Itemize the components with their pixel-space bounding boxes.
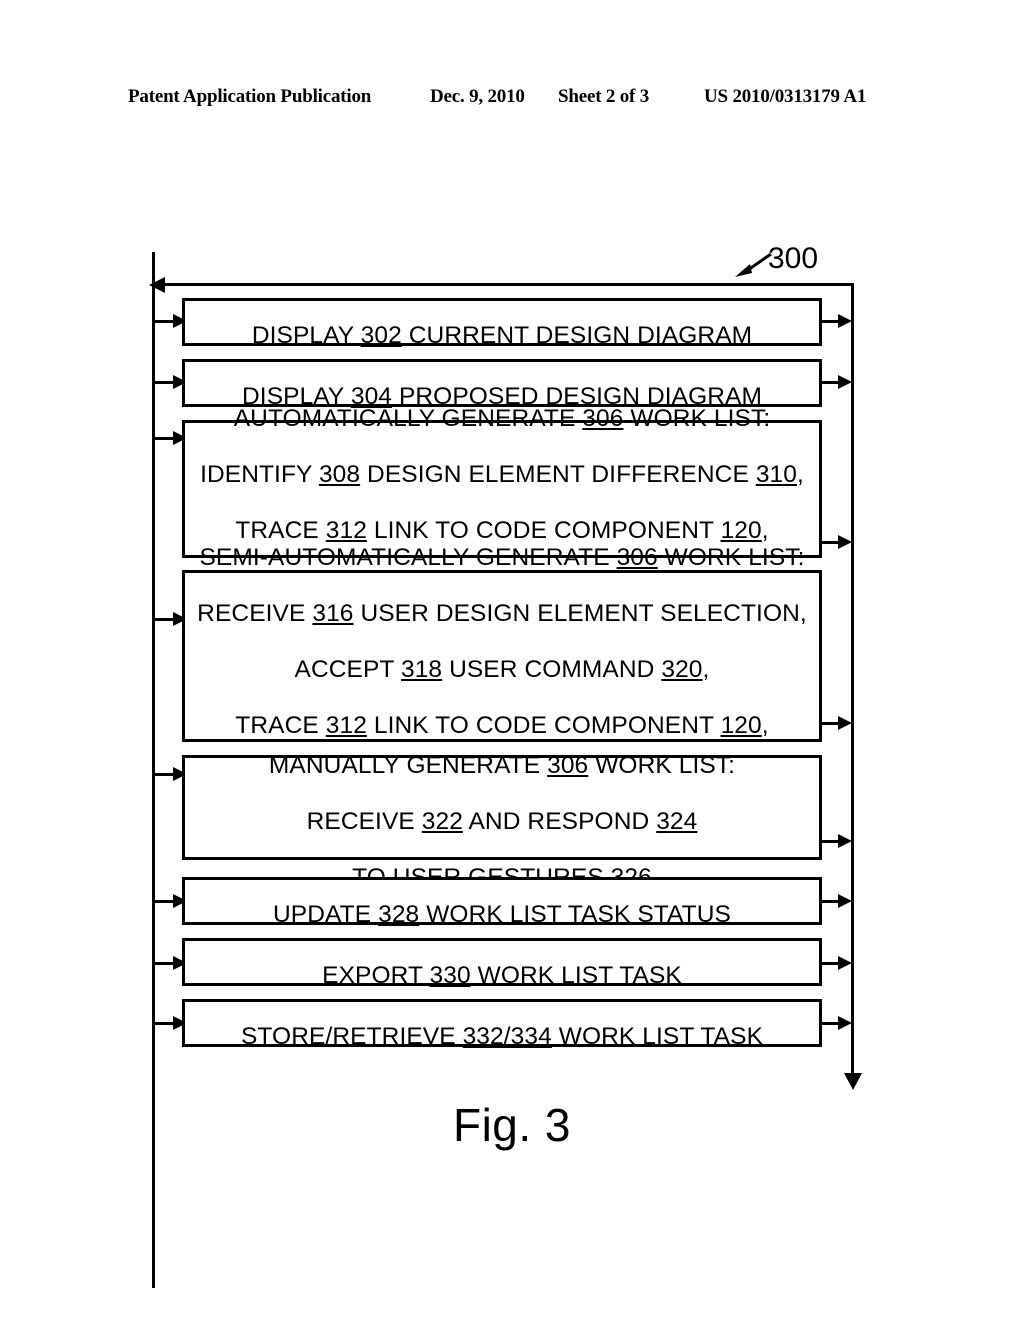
text-mid-4c: USER COMMAND: [442, 656, 662, 683]
text-post-3b: ,: [797, 461, 804, 488]
ref-numeral-324: 324: [656, 807, 698, 835]
text-pre-5b: RECEIVE: [306, 807, 422, 835]
connector-out-arrow-8-icon: [838, 1016, 852, 1030]
reference-numeral-300: 300: [768, 242, 819, 275]
terminal-arrowhead-down-icon: [844, 1073, 862, 1090]
text-post-5a: WORK LIST:: [588, 751, 736, 779]
process-box-label-7: EXPORT 330 WORK LIST TASK: [314, 934, 690, 990]
text-pre-3b: IDENTIFY: [200, 461, 319, 488]
ref-numeral-320: 320: [661, 656, 703, 683]
ref-numeral-308: 308: [318, 461, 361, 488]
ref-numeral-318: 318: [400, 656, 443, 683]
connector-out-arrow-7-icon: [838, 956, 852, 970]
connector-out-arrow-4-icon: [838, 716, 852, 730]
figure-caption: Fig. 3: [452, 1099, 572, 1151]
text-post-4c: ,: [702, 656, 710, 683]
ref-numeral-306-c: 306: [547, 751, 589, 779]
connector-out-arrow-1-icon: [838, 314, 852, 328]
connector-out-arrow-5-icon: [838, 834, 852, 848]
ref-numeral-328: 328: [378, 901, 420, 928]
process-box-label-1: DISPLAY 302 CURRENT DESIGN DIAGRAM: [244, 294, 760, 350]
process-box-semi-automatically-generate-work-list[interactable]: SEMI-AUTOMATICALLY GENERATE 306 WORK LIS…: [182, 544, 822, 795]
ref-numeral-310: 310: [755, 461, 797, 488]
text-pre-8: STORE/RETRIEVE: [240, 1023, 463, 1050]
text-pre-1: DISPLAY: [251, 322, 361, 349]
text-mid-3b: DESIGN ELEMENT DIFFERENCE: [360, 461, 756, 488]
text-pre-5a: MANUALLY GENERATE: [268, 751, 548, 779]
text-post-8: WORK LIST TASK: [551, 1023, 764, 1050]
text-post-6: WORK LIST TASK STATUS: [419, 901, 731, 928]
text-post-3a: WORK LIST:: [623, 405, 771, 432]
text-mid-5b: AND RESPOND: [462, 807, 657, 835]
text-post-1: CURRENT DESIGN DIAGRAM: [401, 322, 753, 349]
process-box-label-6: UPDATE 328 WORK LIST TASK STATUS: [265, 873, 739, 929]
text-pre-4b: RECEIVE: [197, 600, 313, 627]
process-box-label-5: MANUALLY GENERATE 306 WORK LIST: RECEIVE…: [261, 724, 743, 892]
text-post-4b: USER DESIGN ELEMENT SELECTION,: [353, 600, 807, 627]
process-box-update-work-list-task-status[interactable]: UPDATE 328 WORK LIST TASK STATUS: [182, 877, 822, 928]
ref-numeral-316: 316: [312, 600, 354, 627]
text-post-4d: ,: [761, 712, 769, 739]
ref-numeral-306-b: 306: [616, 544, 658, 571]
text-pre-4c: ACCEPT: [294, 656, 401, 683]
text-pre-4a: SEMI-AUTOMATICALLY GENERATE: [199, 544, 617, 571]
text-pre-6: UPDATE: [273, 901, 379, 928]
text-post-7: WORK LIST TASK: [470, 962, 682, 989]
process-box-label-8: STORE/RETRIEVE 332/334 WORK LIST TASK: [233, 995, 771, 1051]
ref-numeral-306-a: 306: [582, 405, 624, 432]
flowchart-figure-3: 300 DISPLAY 302 CURRENT DESIGN DIAGRAM D…: [0, 0, 1024, 1320]
ref-numeral-322: 322: [421, 807, 463, 835]
reference-leader-arrow-icon: [735, 252, 772, 277]
feedback-arrowhead-left-icon: [149, 277, 165, 293]
connector-out-arrow-2-icon: [838, 375, 852, 389]
ref-numeral-302: 302: [360, 322, 402, 349]
process-box-display-current-design-diagram[interactable]: DISPLAY 302 CURRENT DESIGN DIAGRAM: [182, 298, 822, 349]
text-post-4a: WORK LIST:: [657, 544, 805, 571]
ref-numeral-332-334: 332/334: [462, 1023, 552, 1050]
process-box-store-retrieve-work-list-task[interactable]: STORE/RETRIEVE 332/334 WORK LIST TASK: [182, 999, 822, 1050]
feedback-line-top: [160, 283, 854, 286]
text-pre-7: EXPORT: [322, 962, 430, 989]
process-box-export-work-list-task[interactable]: EXPORT 330 WORK LIST TASK: [182, 938, 822, 989]
connector-out-arrow-6-icon: [838, 894, 852, 908]
text-pre-3a: AUTOMATICALLY GENERATE: [233, 405, 583, 432]
ref-numeral-330: 330: [429, 962, 471, 989]
connector-out-arrow-3-icon: [838, 535, 852, 549]
process-box-manually-generate-work-list[interactable]: MANUALLY GENERATE 306 WORK LIST: RECEIVE…: [182, 752, 822, 891]
